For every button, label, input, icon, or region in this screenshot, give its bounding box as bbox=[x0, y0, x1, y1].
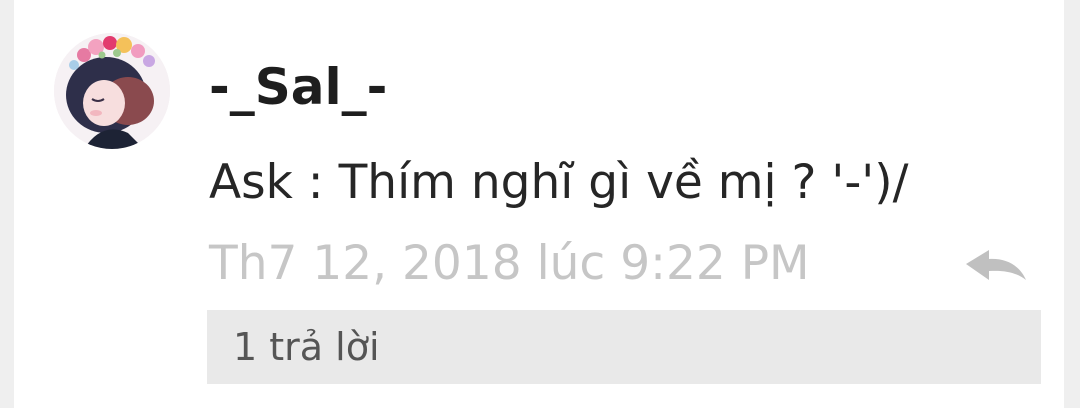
replies-count-label: 1 trả lời bbox=[233, 325, 380, 369]
comment-message: Ask : Thím nghĩ gì về mị ? '-')/ bbox=[209, 155, 909, 210]
avatar-illustration-icon bbox=[54, 33, 170, 149]
username[interactable]: -_Sal_- bbox=[209, 62, 387, 112]
reply-arrow-icon[interactable] bbox=[962, 247, 1030, 287]
replies-toggle-button[interactable]: 1 trả lời bbox=[207, 310, 1041, 384]
comment-timestamp: Th7 12, 2018 lúc 9:22 PM bbox=[209, 236, 810, 291]
avatar[interactable] bbox=[54, 33, 170, 149]
comment-card: -_Sal_- Ask : Thím nghĩ gì về mị ? '-')/… bbox=[14, 0, 1064, 408]
